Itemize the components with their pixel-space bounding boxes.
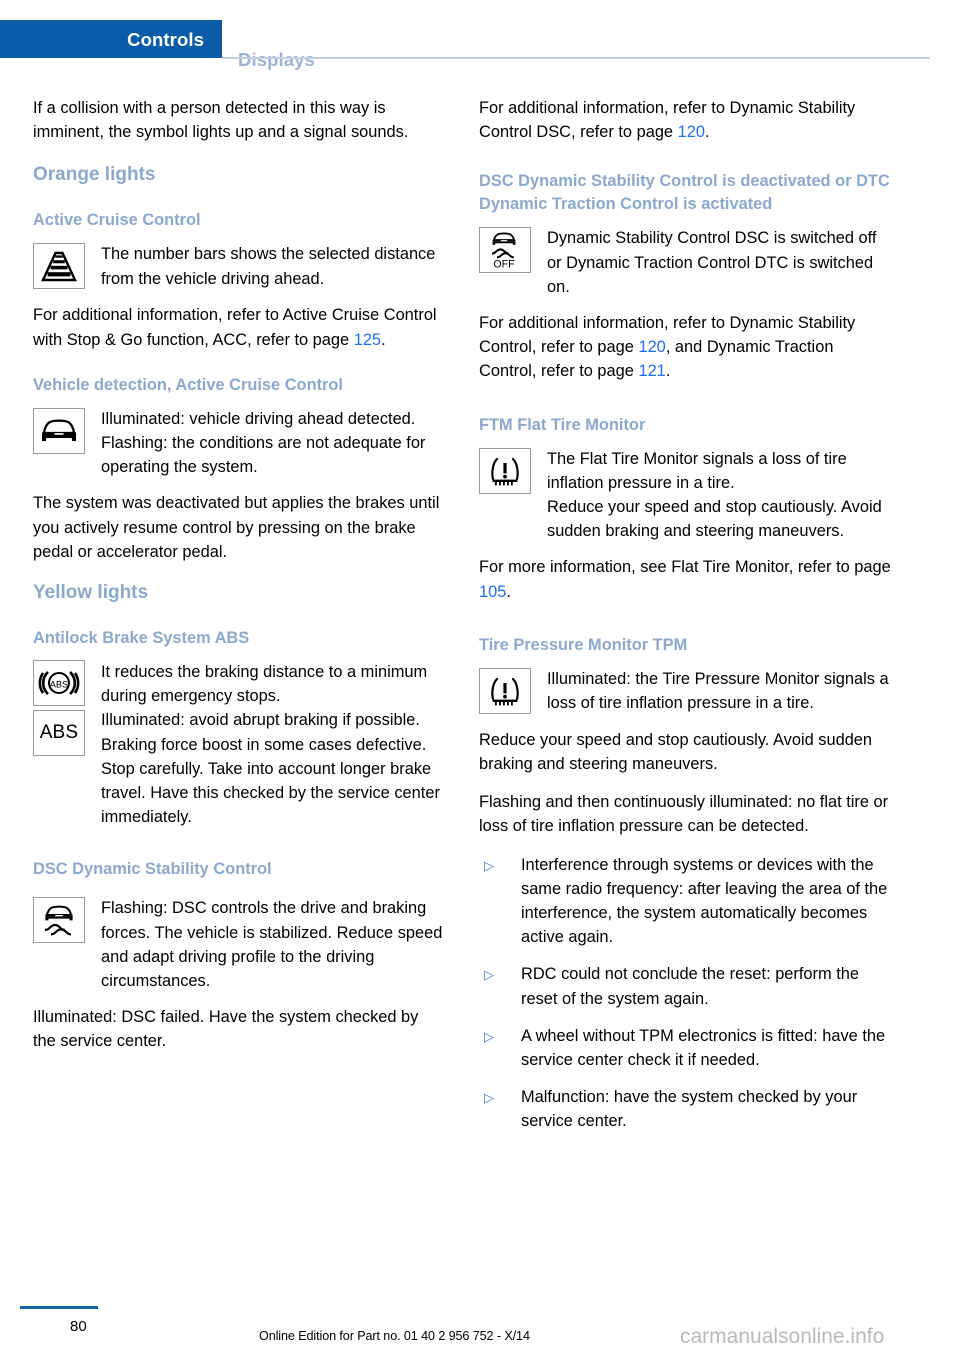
- list-item: ▷ A wheel without TPM electronics is fit…: [479, 1024, 894, 1072]
- vehicle-detection-icon-text-2: Flashing: the conditions are not adequat…: [101, 434, 426, 477]
- tpm-cause-list: ▷ Interference through systems or device…: [479, 853, 894, 1134]
- tab-displays[interactable]: Displays: [238, 49, 315, 71]
- bullet-triangle-icon: ▷: [484, 967, 494, 983]
- subheading-antilock-brake-system: Antilock Brake System ABS: [33, 629, 250, 648]
- dsc-icon-block: Flashing: DSC controls the drive and bra…: [33, 896, 445, 993]
- dsc-off-icon-label: OFF: [493, 259, 515, 271]
- tpm-icon-text: Illuminated: the Tire Pressure Monitor s…: [547, 669, 889, 713]
- edition-note: Online Edition for Part no. 01 40 2 956 …: [259, 1329, 530, 1343]
- dsc-off-icon-text: Dynamic Stability Control DSC is switche…: [547, 229, 877, 296]
- dsc-paragraph: Illuminated: DSC failed. Have the system…: [33, 1008, 419, 1051]
- list-item-text: Malfunction: have the system checked by …: [521, 1088, 858, 1131]
- tpm-paragraph-1: Reduce your speed and stop cautiously. A…: [479, 730, 873, 774]
- ftm-icon-block: The Flat Tire Monitor signals a loss of …: [479, 447, 894, 544]
- dsc-off-icon: OFF: [479, 227, 531, 274]
- abs-icon-block: ABS ABS It reduces the braking distance …: [33, 660, 445, 829]
- dsc-followup-paragraph: For additional information, refer to Dyn…: [479, 96, 894, 144]
- dsc-off-page-ref-1[interactable]: 120: [638, 338, 665, 356]
- subheading-ftm-flat-tire-monitor: FTM Flat Tire Monitor: [479, 415, 646, 434]
- acc-page-ref[interactable]: 125: [354, 331, 381, 349]
- list-item-text: A wheel without TPM electronics is fitte…: [521, 1026, 886, 1070]
- abs-icon-stack: ABS ABS: [33, 660, 85, 760]
- acc-icon-text: The number bars shows the selected dista…: [101, 245, 436, 288]
- subheading-vehicle-detection: Vehicle detection, Active Cruise Control: [33, 375, 343, 394]
- header-divider: [222, 57, 930, 59]
- list-item: ▷ RDC could not conclude the reset: perf…: [479, 962, 894, 1010]
- acc-followup-post: .: [381, 330, 386, 349]
- bullet-triangle-icon: ▷: [484, 857, 494, 873]
- subheading-active-cruise-control: Active Cruise Control: [33, 211, 201, 230]
- distance-bars-icon: [33, 243, 85, 290]
- page-header: Controls Displays: [0, 20, 960, 70]
- dsc-off-icon-block: OFF Dynamic Stability Control DSC is swi…: [479, 226, 894, 299]
- subheading-tire-pressure-monitor: Tire Pressure Monitor TPM: [479, 635, 688, 654]
- list-item-text: RDC could not conclude the reset: perfor…: [521, 965, 860, 1008]
- flat-tire-warning-icon: [479, 447, 531, 494]
- tab-controls-label: Controls: [127, 29, 204, 50]
- ftm-followup-pre: For more information, see Flat Tire Moni…: [479, 558, 891, 577]
- tpm-icon-block: Illuminated: the Tire Pressure Monitor s…: [479, 667, 894, 716]
- intro-paragraph: If a collision with a person detected in…: [33, 99, 409, 142]
- list-item-text: Interference through systems or devices …: [521, 855, 888, 947]
- dsc-followup-post: .: [704, 123, 710, 142]
- vehicle-detection-icon-block: Illuminated: vehicle driving ahead detec…: [33, 407, 445, 480]
- section-heading-orange-lights: Orange lights: [33, 164, 156, 186]
- ftm-icon-text-2: Reduce your speed and stop cautiously. A…: [547, 498, 882, 541]
- bullet-triangle-icon: ▷: [484, 1028, 494, 1044]
- ftm-followup-paragraph: For more information, see Flat Tire Moni…: [479, 555, 894, 603]
- acc-icon-block: The number bars shows the selected dista…: [33, 242, 445, 291]
- vehicle-detection-paragraph: The system was deactivated but applies t…: [33, 494, 440, 561]
- abs-icon-text-1: It reduces the braking distance to a min…: [101, 663, 428, 706]
- right-column: For additional information, refer to Dyn…: [479, 96, 894, 1147]
- list-item: ▷ Interference through systems or device…: [479, 853, 894, 950]
- dsc-page-ref[interactable]: 120: [678, 123, 705, 141]
- dsc-off-followup-post: .: [665, 362, 671, 381]
- bullet-triangle-icon: ▷: [484, 1090, 494, 1106]
- dsc-off-followup-paragraph: For additional information, refer to Dyn…: [479, 311, 894, 384]
- vehicle-detection-icon-text-1: Illuminated: vehicle driving ahead detec…: [101, 409, 416, 428]
- ftm-icon-text-1: The Flat Tire Monitor signals a loss of …: [547, 449, 847, 492]
- ftm-page-ref[interactable]: 105: [479, 583, 506, 601]
- tire-pressure-warning-icon: [479, 667, 531, 714]
- section-heading-yellow-lights: Yellow lights: [33, 582, 149, 604]
- tab-controls[interactable]: Controls: [0, 20, 222, 58]
- tpm-paragraph-2: Flashing and then continuously illuminat…: [479, 793, 889, 836]
- dsc-off-page-ref-2[interactable]: 121: [638, 362, 665, 380]
- abs-text-icon: ABS: [33, 710, 85, 757]
- page-number: 80: [70, 1318, 87, 1335]
- acc-followup-paragraph: For additional information, refer to Act…: [33, 303, 445, 351]
- abs-icon-text-2: Illuminated: avoid abrupt braking if pos…: [101, 711, 440, 827]
- dsc-skid-icon: [33, 897, 85, 944]
- watermark: carmanualsonline.info: [680, 1325, 885, 1348]
- subheading-dsc-deactivated-dtc-activated: DSC Dynamic Stability Control is deactiv…: [479, 172, 890, 214]
- ftm-followup-post: .: [506, 582, 511, 601]
- abs-circle-icon: ABS: [33, 660, 85, 707]
- dsc-icon-text: Flashing: DSC controls the drive and bra…: [101, 899, 443, 991]
- left-column: If a collision with a person detected in…: [33, 96, 445, 1068]
- footer-divider: [20, 1306, 98, 1309]
- list-item: ▷ Malfunction: have the system checked b…: [479, 1085, 894, 1133]
- svg-text:ABS: ABS: [50, 679, 68, 689]
- dsc-followup-pre: For additional information, refer to Dyn…: [479, 99, 856, 142]
- car-front-icon: [33, 407, 85, 454]
- subheading-dsc-dynamic-stability-control: DSC Dynamic Stability Control: [33, 860, 272, 879]
- abs-text-icon-label: ABS: [39, 722, 79, 744]
